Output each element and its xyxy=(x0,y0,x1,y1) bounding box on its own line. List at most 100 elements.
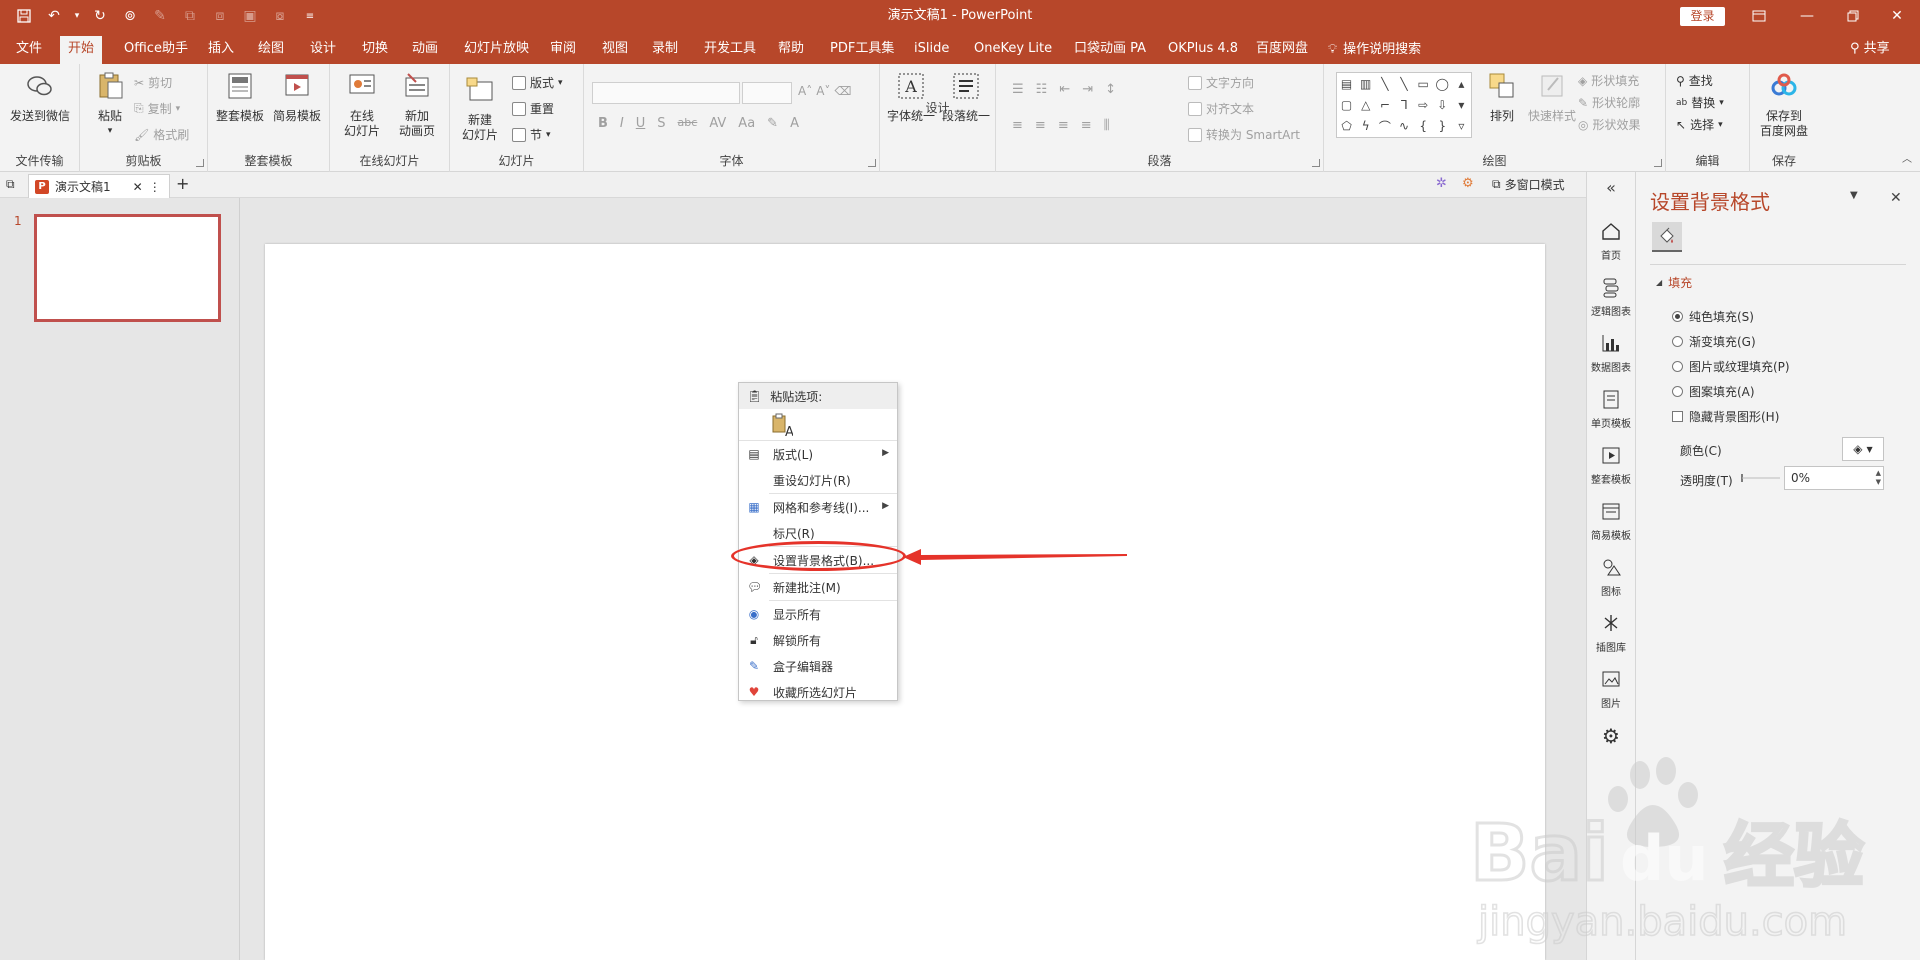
shape-outline-button[interactable]: ✎ 形状轮廓 xyxy=(1578,94,1640,111)
touch-mode-icon[interactable]: ⊚ xyxy=(118,4,142,28)
convert-smartart-button[interactable]: 转换为 SmartArt xyxy=(1188,126,1300,143)
change-case-icon[interactable]: Aa xyxy=(738,116,755,131)
fill-section-header[interactable]: ◢ 填充 xyxy=(1656,274,1692,291)
magic-wand-icon[interactable]: ✲ xyxy=(1436,176,1447,191)
collapse-strip-icon[interactable]: « xyxy=(1587,178,1635,197)
multi-window-mode-button[interactable]: ⧉ 多窗口模式 xyxy=(1492,176,1565,193)
strip-item-simple-template[interactable]: 简易模板 xyxy=(1587,500,1635,542)
option-solid-fill[interactable]: 纯色填充(S) xyxy=(1672,308,1754,325)
undo-icon[interactable]: ↶ xyxy=(42,4,66,28)
shadow-icon[interactable]: S xyxy=(657,116,665,131)
drawing-launcher-icon[interactable] xyxy=(1654,159,1662,167)
replace-button[interactable]: ab 替换 ▾ xyxy=(1676,94,1724,111)
line-spacing-icon[interactable]: ↕ xyxy=(1105,82,1116,97)
full-template-button[interactable]: 整套模板 xyxy=(214,70,266,124)
italic-icon[interactable]: I xyxy=(620,116,624,131)
paste-text-only-icon[interactable]: A xyxy=(771,413,794,440)
close-pane-icon[interactable]: ✕ xyxy=(1890,190,1902,206)
strip-item-logic-diagram[interactable]: 逻辑图表 xyxy=(1587,276,1635,318)
context-item-grid-guides[interactable]: ▦ 网格和参考线(I)... ▶ xyxy=(739,494,897,520)
option-hide-background-graphics[interactable]: 隐藏背景图形(H) xyxy=(1672,408,1779,425)
font-color-icon[interactable]: A xyxy=(790,116,799,131)
tab-baidu-netdisk[interactable]: 百度网盘 xyxy=(1248,36,1316,64)
tab-slideshow[interactable]: 幻灯片放映 xyxy=(456,36,537,64)
simple-template-button[interactable]: 简易模板 xyxy=(270,70,324,124)
connector-shape-icon[interactable]: ⌐ xyxy=(1375,94,1394,115)
select-button[interactable]: ↖ 选择 ▾ xyxy=(1676,116,1723,133)
strip-item-data-chart[interactable]: 数据图表 xyxy=(1587,332,1635,374)
font-launcher-icon[interactable] xyxy=(868,159,876,167)
increase-indent-icon[interactable]: ⇥ xyxy=(1082,82,1093,97)
char-spacing-icon[interactable]: AV xyxy=(709,116,726,131)
fill-tab-icon[interactable] xyxy=(1652,222,1682,252)
tell-me-search[interactable]: 💡︎ 操作说明搜索 xyxy=(1328,36,1421,64)
strikethrough-icon[interactable]: abc xyxy=(678,116,698,131)
paste-button[interactable]: 粘贴 ▾ xyxy=(92,70,128,139)
share-button[interactable]: ⚲ 共享 xyxy=(1850,36,1890,64)
gallery-scroll-down-icon[interactable]: ▾ xyxy=(1452,94,1471,115)
collapse-ribbon-icon[interactable]: ︿ xyxy=(1902,150,1912,165)
new-slide-button[interactable]: 新建 幻灯片 xyxy=(456,74,504,143)
bold-icon[interactable]: B xyxy=(598,116,608,131)
underline-icon[interactable]: U xyxy=(636,116,646,131)
redo-icon[interactable]: ↻ xyxy=(88,4,112,28)
tab-developer[interactable]: 开发工具 xyxy=(696,36,764,64)
justify-icon[interactable]: ≡ xyxy=(1081,118,1092,133)
arrow-right-shape-icon[interactable]: ⇨ xyxy=(1414,94,1433,115)
context-item-reset-slide[interactable]: 重设幻灯片(R) xyxy=(739,467,897,493)
send-to-wechat-button[interactable]: 发送到微信 xyxy=(6,70,74,124)
tab-insert[interactable]: 插入 xyxy=(200,36,242,64)
radio-gradient-fill[interactable] xyxy=(1672,336,1683,347)
distribute-icon[interactable]: ⧇ xyxy=(268,4,292,28)
gallery-more-icon[interactable]: ▿ xyxy=(1452,116,1471,137)
save-icon[interactable] xyxy=(12,4,36,28)
spinner-arrows-icon[interactable]: ▲ ▼ xyxy=(1876,469,1881,487)
format-painter-button[interactable]: 🖌︎ 格式刷 xyxy=(134,126,189,143)
minimize-icon[interactable]: — xyxy=(1784,0,1830,32)
new-tab-icon[interactable]: + xyxy=(176,174,189,193)
color-picker-button[interactable]: ◈ ▼ xyxy=(1842,437,1884,461)
tab-draw[interactable]: 绘图 xyxy=(250,36,292,64)
new-animation-page-button[interactable]: 新加 动画页 xyxy=(390,70,444,139)
more-options-icon[interactable]: ⋮ xyxy=(149,180,161,194)
tab-design[interactable]: 设计 xyxy=(302,36,344,64)
document-tab[interactable]: P 演示文稿1 ✕ ⋮ xyxy=(28,174,170,198)
copy-button[interactable]: ⎘ 复制 ▾ xyxy=(134,100,180,117)
line-shape-icon[interactable]: ╲ xyxy=(1375,73,1394,94)
align-left-icon[interactable]: ≡ xyxy=(1012,118,1023,133)
clipboard-launcher-icon[interactable] xyxy=(196,159,204,167)
tab-view[interactable]: 视图 xyxy=(594,36,636,64)
tab-okplus[interactable]: OKPlus 4.8 xyxy=(1160,36,1246,64)
restore-icon[interactable] xyxy=(1830,0,1876,32)
oval-shape-icon[interactable]: ◯ xyxy=(1433,73,1452,94)
paragraph-launcher-icon[interactable] xyxy=(1312,159,1320,167)
line-shape-icon[interactable]: ╲ xyxy=(1394,73,1413,94)
context-item-show-all[interactable]: ◉ 显示所有 xyxy=(739,601,897,627)
context-item-new-comment[interactable]: 💬︎ 新建批注(M) xyxy=(739,574,897,600)
slide-canvas[interactable] xyxy=(265,244,1545,960)
grow-font-icon[interactable]: A˄ xyxy=(798,84,812,98)
columns-icon[interactable]: ⫼ xyxy=(1104,118,1110,133)
font-size-adjust[interactable]: A˄ A˅ ⌫ xyxy=(798,84,851,98)
context-item-unlock-all[interactable]: 🔓︎ 解锁所有 xyxy=(739,627,897,653)
numbering-icon[interactable]: ☷ xyxy=(1036,82,1048,97)
radio-picture-fill[interactable] xyxy=(1672,361,1683,372)
context-item-box-editor[interactable]: ✎ 盒子编辑器 xyxy=(739,653,897,679)
option-pattern-fill[interactable]: 图案填充(A) xyxy=(1672,383,1755,400)
vertical-textbox-shape-icon[interactable]: ▥ xyxy=(1356,73,1375,94)
group-icon[interactable]: ⧉ xyxy=(178,4,202,28)
align-center-icon[interactable]: ≡ xyxy=(1035,118,1046,133)
save-to-baidu-button[interactable]: 保存到 百度网盘 xyxy=(1756,70,1812,139)
bullets-icon[interactable]: ☰ xyxy=(1012,82,1024,97)
lightning-shape-icon[interactable]: ϟ xyxy=(1356,116,1375,137)
strip-item-icons[interactable]: 图标 xyxy=(1587,556,1635,598)
text-direction-button[interactable]: 文字方向 xyxy=(1188,74,1254,91)
shrink-font-icon[interactable]: A˅ xyxy=(816,84,830,98)
arrange-button[interactable]: 排列 xyxy=(1484,70,1520,124)
tab-help[interactable]: 帮助 xyxy=(770,36,812,64)
tab-pdf-tools[interactable]: PDF工具集 xyxy=(822,36,902,64)
highlight-icon[interactable]: ✎ xyxy=(767,116,778,131)
rectangle-shape-icon[interactable]: ▭ xyxy=(1414,73,1433,94)
arc-shape-icon[interactable]: ⌒ xyxy=(1375,116,1394,137)
close-tab-icon[interactable]: ✕ xyxy=(133,180,143,194)
